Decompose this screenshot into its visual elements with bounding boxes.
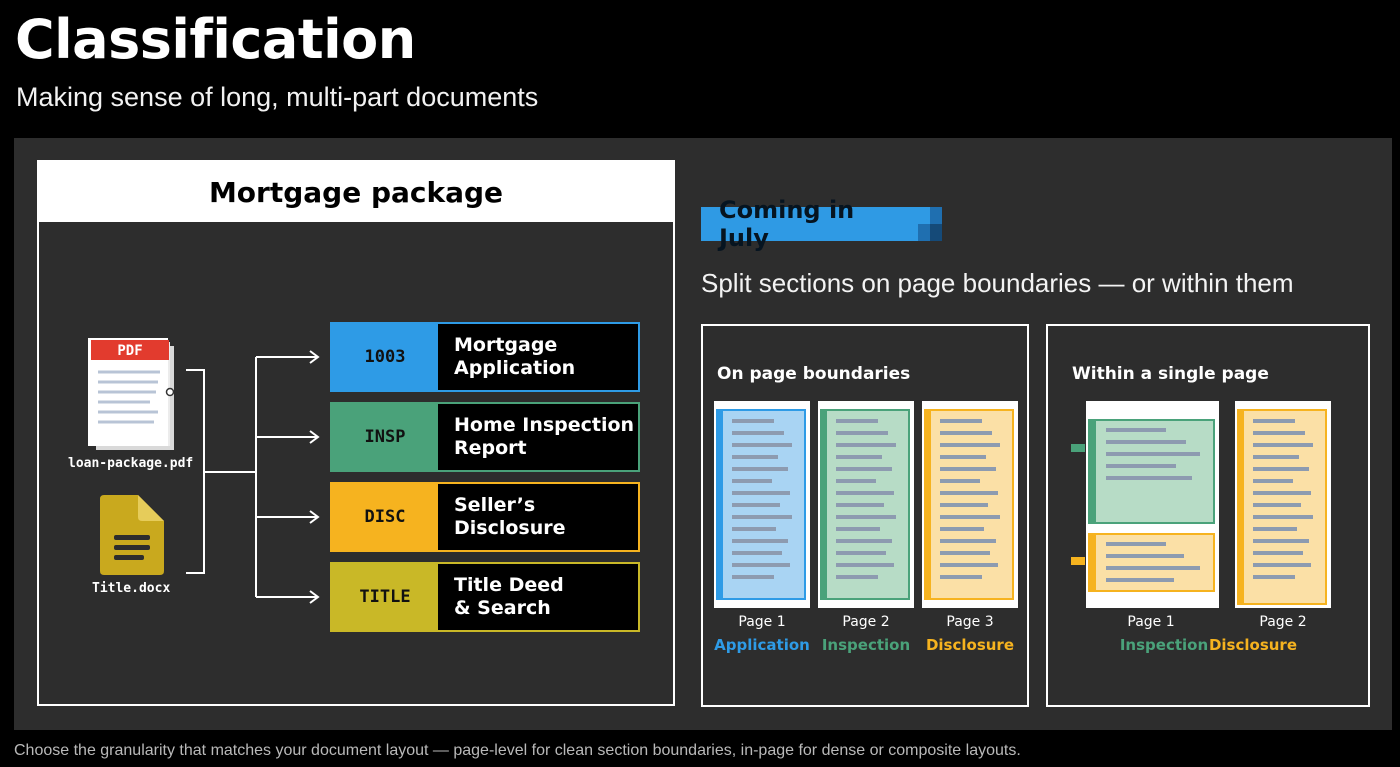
single-page-title: Within a single page xyxy=(1072,364,1269,384)
split-heading: Split sections on page boundaries — or w… xyxy=(701,268,1294,298)
section-caption-application: Application xyxy=(714,636,810,654)
slide-subtitle: Making sense of long, multi-part documen… xyxy=(16,82,539,112)
category-label: Mortgage Application xyxy=(438,324,638,390)
routing-connectors xyxy=(186,350,320,604)
category-row-title-deed: TITLE Title Deed & Search xyxy=(330,562,640,632)
category-row-sellers-disclosure: DISC Seller’s Disclosure xyxy=(330,482,640,552)
category-code: TITLE xyxy=(332,564,438,630)
section-caption-inspection: Inspection xyxy=(1119,636,1209,654)
docx-icon xyxy=(100,495,164,575)
section-marker-disclosure xyxy=(1071,557,1085,565)
section-caption-disclosure: Disclosure xyxy=(925,636,1015,654)
footnote: Choose the granularity that matches your… xyxy=(14,742,1021,759)
category-row-mortgage-application: 1003 Mortgage Application xyxy=(330,322,640,392)
page-card-3 xyxy=(922,401,1018,608)
page-content-mixed xyxy=(1088,419,1215,592)
pdf-badge-text: PDF xyxy=(117,343,142,359)
page-card-1 xyxy=(714,401,810,608)
mortgage-package-title: Mortgage package xyxy=(39,162,673,222)
page-content-disclosure xyxy=(1237,409,1327,605)
section-marker-inspection xyxy=(1071,444,1085,452)
category-code: 1003 xyxy=(332,324,438,390)
section-caption-disclosure: Disclosure xyxy=(1208,636,1298,654)
category-label: Title Deed & Search xyxy=(438,564,638,630)
page-boundaries-title: On page boundaries xyxy=(717,364,911,384)
category-label: Seller’s Disclosure xyxy=(438,484,638,550)
slide-title: Classification xyxy=(15,8,416,71)
single-page-card-1 xyxy=(1086,401,1219,608)
category-code: DISC xyxy=(332,484,438,550)
section-caption-inspection: Inspection xyxy=(821,636,911,654)
page-content-inspection xyxy=(820,409,910,600)
category-code: INSP xyxy=(332,404,438,470)
page-content-application xyxy=(716,409,806,600)
coming-soon-badge: Coming in July xyxy=(701,196,906,252)
pdf-file-name: loan-package.pdf xyxy=(68,456,194,471)
page-caption: Page 3 xyxy=(946,614,994,630)
docx-file-name: Title.docx xyxy=(92,581,171,596)
page-caption: Page 1 xyxy=(1127,614,1175,630)
page-content-disclosure xyxy=(924,409,1014,600)
page-card-2 xyxy=(818,401,914,608)
page-caption: Page 1 xyxy=(738,614,786,630)
category-row-home-inspection: INSP Home Inspection Report xyxy=(330,402,640,472)
page-caption: Page 2 xyxy=(1259,614,1307,630)
pdf-icon: PDF xyxy=(88,338,175,450)
single-page-card-2 xyxy=(1235,401,1331,608)
category-label: Home Inspection Report xyxy=(438,404,638,470)
badge-pixel-tail xyxy=(906,207,942,241)
page-caption: Page 2 xyxy=(842,614,890,630)
